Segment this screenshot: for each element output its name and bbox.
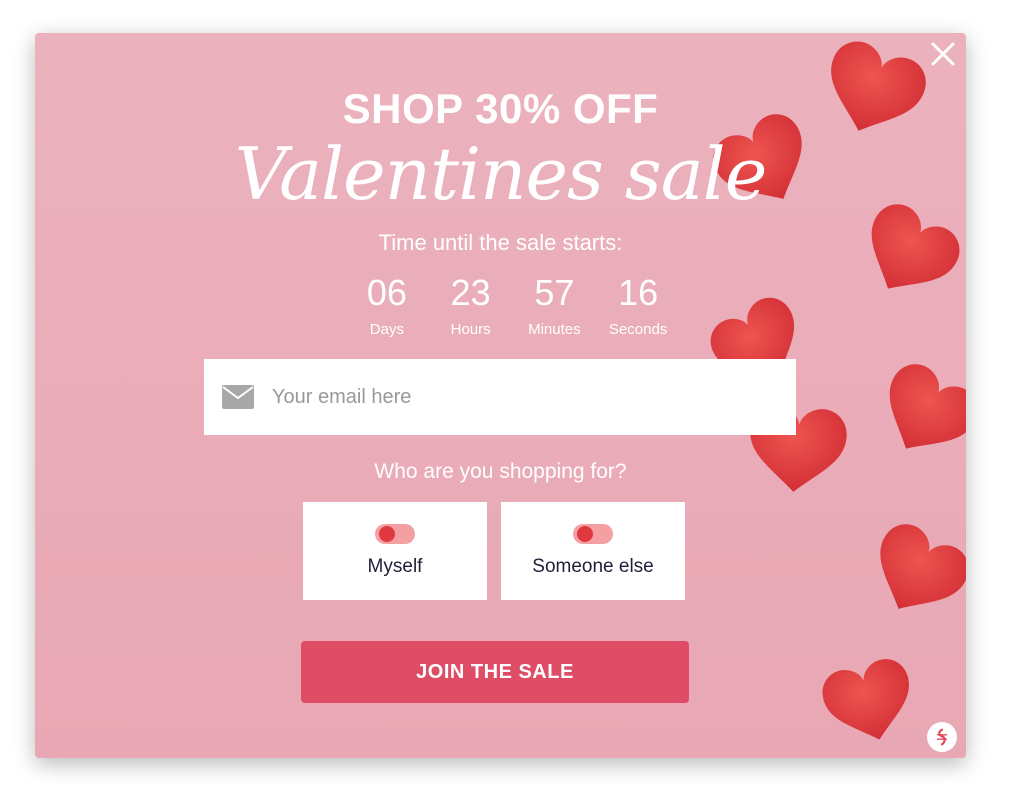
countdown-label: Seconds	[608, 321, 668, 338]
mail-icon	[222, 385, 254, 409]
join-sale-button[interactable]: JOIN THE SALE	[301, 641, 689, 703]
script-title: Valentines sale	[234, 132, 768, 216]
headline: SHOP 30% OFF	[342, 85, 659, 132]
countdown-days: 06 Days	[345, 271, 429, 341]
close-icon	[931, 42, 955, 66]
email-field[interactable]	[204, 359, 796, 435]
toggle-icon[interactable]	[375, 524, 415, 544]
toggle-icon[interactable]	[573, 524, 613, 544]
countdown-seconds: 16 Seconds	[596, 271, 680, 341]
heart-icon	[857, 515, 966, 631]
countdown-hours: 23 Hours	[429, 271, 513, 341]
countdown-value: 16	[618, 272, 659, 313]
choice-myself[interactable]: Myself	[303, 502, 487, 600]
choice-label: Someone else	[532, 556, 654, 577]
countdown-minutes: 57 Minutes	[513, 271, 597, 341]
countdown: 06 Days 23 Hours 57 Minutes 16 Seconds	[345, 271, 680, 341]
countdown-label: Hours	[450, 321, 491, 338]
countdown-label: Minutes	[528, 321, 581, 338]
choice-someone-else[interactable]: Someone else	[501, 502, 685, 600]
countdown-value: 06	[366, 272, 407, 313]
countdown-value: 57	[534, 272, 575, 313]
close-button[interactable]	[928, 39, 958, 69]
brand-badge-icon[interactable]	[927, 722, 957, 752]
shopping-question: Who are you shopping for?	[374, 460, 627, 483]
heart-icon	[817, 653, 922, 751]
heart-icon	[866, 355, 966, 472]
countdown-label: Days	[369, 321, 404, 338]
choice-label: Myself	[367, 556, 423, 577]
countdown-subtitle: Time until the sale starts:	[378, 230, 623, 255]
email-input[interactable]	[270, 384, 754, 410]
countdown-value: 23	[450, 272, 491, 313]
popup: SHOP 30% OFF Valentines sale Time until …	[35, 33, 966, 758]
